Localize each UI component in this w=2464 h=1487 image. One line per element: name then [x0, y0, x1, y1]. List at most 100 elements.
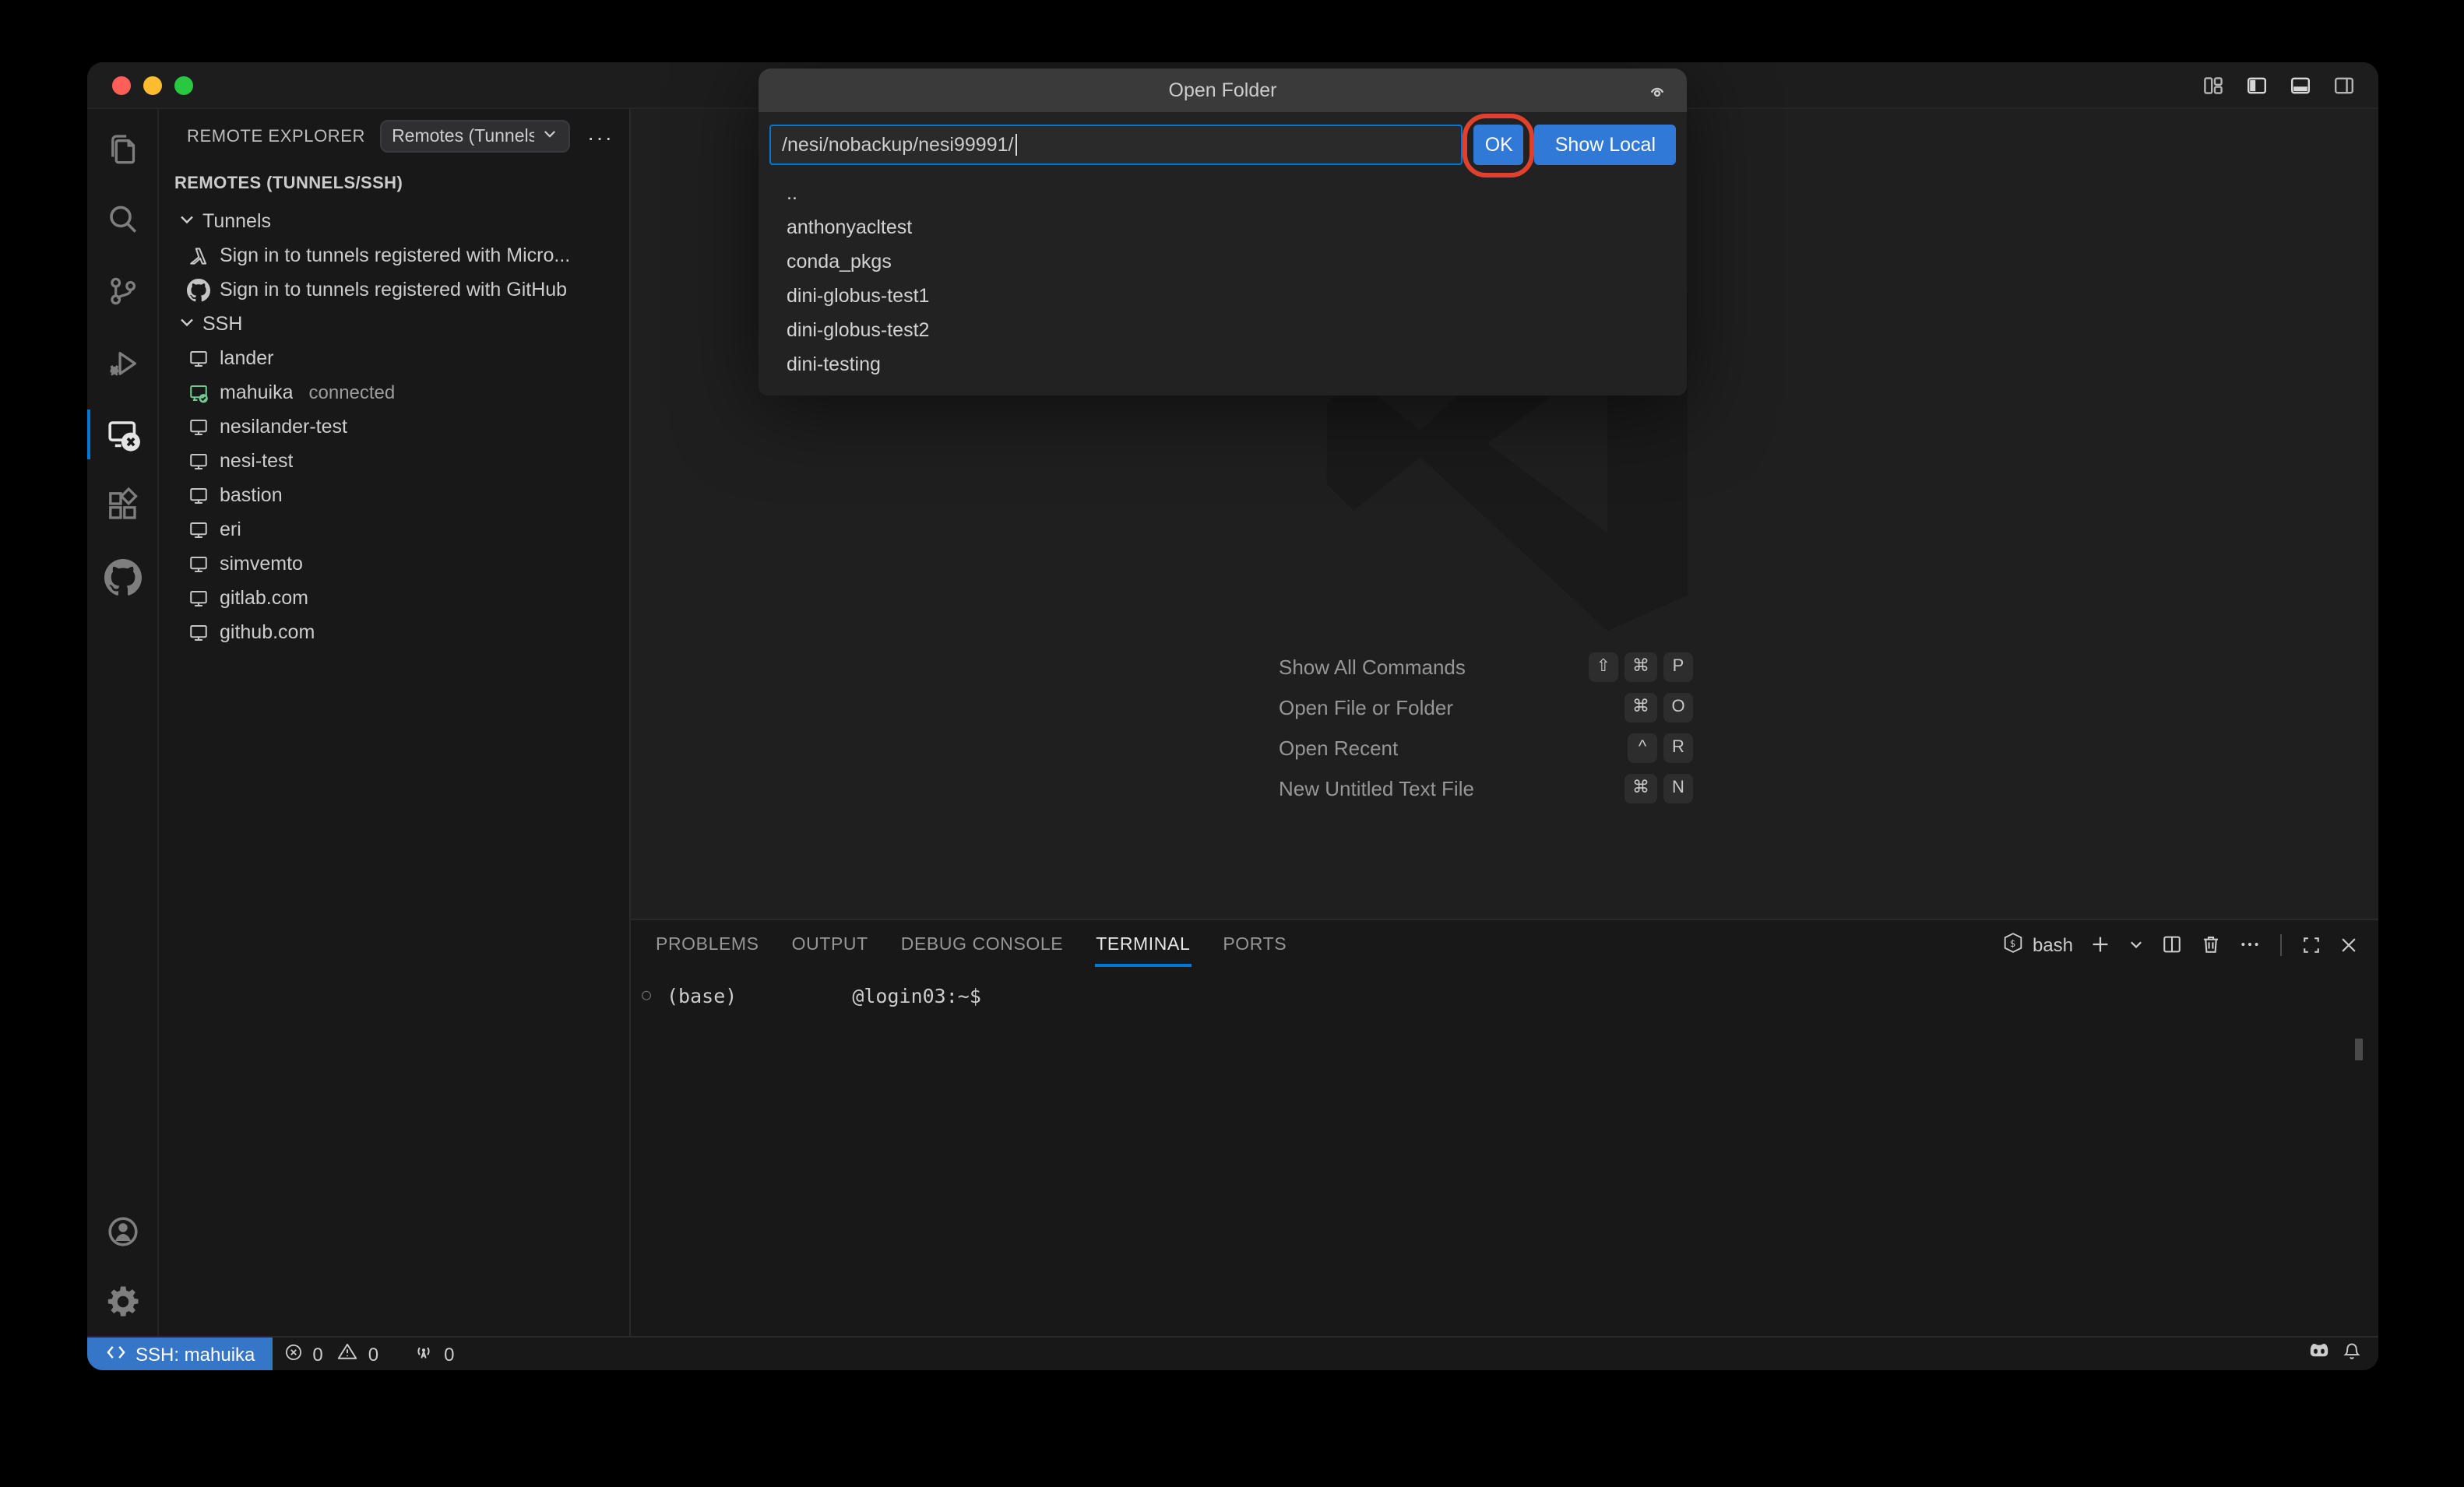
tab-debug-console[interactable]: DEBUG CONSOLE: [901, 935, 1063, 954]
extensions-icon[interactable]: [86, 470, 158, 542]
toggle-panel-icon[interactable]: [2288, 72, 2313, 97]
show-local-button[interactable]: Show Local: [1535, 125, 1676, 165]
remote-icon: [106, 1341, 126, 1366]
vm-icon: [185, 346, 210, 371]
quick-input-dialog: Open Folder /nesi/nobackup/nesi99991/ OK…: [759, 69, 1687, 395]
bash-icon: $: [2001, 930, 2025, 958]
github-icon: [185, 277, 210, 302]
tree-item[interactable]: lander: [159, 341, 629, 375]
ok-button[interactable]: OK: [1474, 125, 1524, 165]
kill-terminal-trash-icon[interactable]: [2199, 933, 2223, 956]
close-window-button[interactable]: [112, 76, 131, 94]
panel-tabs: PROBLEMS OUTPUT DEBUG CONSOLE TERMINAL P…: [656, 935, 1287, 954]
tree-item[interactable]: nesi-test: [159, 444, 629, 478]
list-item[interactable]: dini-globus-test2: [769, 313, 1676, 347]
remote-indicator[interactable]: SSH: mahuika: [87, 1338, 272, 1370]
vm-icon: [185, 414, 210, 439]
bell-icon[interactable]: [2341, 1341, 2363, 1367]
shortcut-row: Open Recent ^ R: [1279, 727, 1693, 768]
minimize-window-button[interactable]: [143, 76, 162, 94]
ports-status[interactable]: 0: [402, 1338, 465, 1370]
list-item[interactable]: dini-globus-test1: [769, 279, 1676, 313]
cmd-key: ⌘: [1624, 773, 1657, 803]
status-bar: SSH: mahuika 0 0 0: [87, 1336, 2378, 1370]
vm-icon: [185, 620, 210, 645]
r-key: R: [1663, 733, 1693, 762]
actions-separator: [2280, 933, 2282, 955]
close-panel-icon[interactable]: [2338, 933, 2360, 955]
settings-gear-icon[interactable]: [86, 1267, 158, 1336]
tree-item[interactable]: simvemto: [159, 547, 629, 581]
split-terminal-icon[interactable]: [2160, 933, 2184, 956]
o-key: O: [1663, 692, 1693, 722]
customize-layout-icon[interactable]: [2201, 72, 2226, 97]
eye-icon[interactable]: [1645, 78, 1670, 107]
tree-item-connected[interactable]: mahuikaconnected: [159, 375, 629, 410]
folder-path-input[interactable]: /nesi/nobackup/nesi99991/: [769, 125, 1463, 165]
terminal-scrollbar[interactable]: [2355, 1039, 2363, 1060]
new-terminal-icon[interactable]: [2089, 933, 2112, 956]
maximize-panel-icon[interactable]: [2300, 933, 2322, 955]
cmd-key: ⌘: [1624, 692, 1657, 722]
prompt-host: @login03:~$: [852, 984, 981, 1007]
tree-item[interactable]: github.com: [159, 615, 629, 649]
more-actions-icon[interactable]: ···: [584, 124, 617, 149]
chevron-down-icon: [176, 208, 198, 234]
more-actions-icon[interactable]: [2238, 933, 2262, 956]
tree-group-tunnels[interactable]: Tunnels: [159, 204, 629, 238]
list-item[interactable]: conda_pkgs: [769, 244, 1676, 279]
tree-item[interactable]: Sign in to tunnels registered with GitHu…: [159, 272, 629, 307]
list-item[interactable]: dini-testing: [769, 347, 1676, 381]
github-icon[interactable]: [86, 542, 158, 613]
sidebar-title: REMOTE EXPLORER: [187, 127, 365, 146]
tree-item[interactable]: bastion: [159, 478, 629, 512]
text-cursor: [1015, 134, 1017, 156]
toggle-primary-sidebar-icon[interactable]: [2244, 72, 2269, 97]
radio-tower-icon: [413, 1341, 435, 1367]
toggle-secondary-sidebar-icon[interactable]: [2332, 72, 2357, 97]
remote-scope-dropdown[interactable]: Remotes (Tunnels: [379, 120, 570, 153]
remote-explorer-sidebar: REMOTE EXPLORER Remotes (Tunnels ··· REM…: [159, 109, 631, 1336]
zoom-window-button[interactable]: [174, 76, 193, 94]
source-control-icon[interactable]: [86, 255, 158, 327]
problems-status[interactable]: 0 0: [272, 1338, 389, 1370]
tree-item[interactable]: Sign in to tunnels registered with Micro…: [159, 238, 629, 272]
tab-terminal[interactable]: TERMINAL: [1096, 935, 1190, 954]
list-item[interactable]: anthonyacltest: [769, 210, 1676, 244]
activity-bar: [87, 109, 159, 1336]
tree-group-ssh[interactable]: SSH: [159, 307, 629, 341]
conda-env: (base): [667, 984, 737, 1007]
command-decoration[interactable]: ○: [642, 987, 667, 1004]
chevron-down-icon: [542, 126, 558, 146]
explorer-icon[interactable]: [86, 112, 158, 184]
desktop: REMOTE EXPLORER Remotes (Tunnels ··· REM…: [0, 0, 2464, 1487]
shortcut-row: Open File or Folder ⌘ O: [1279, 687, 1693, 727]
azure-icon: [185, 243, 210, 268]
p-key: P: [1663, 652, 1693, 681]
vm-icon: [185, 551, 210, 576]
terminal-viewport[interactable]: ○ (base) @login03:~$: [631, 968, 2378, 1336]
tree-item[interactable]: eri: [159, 512, 629, 547]
vm-connected-icon: [185, 380, 210, 405]
traffic-lights: [87, 76, 193, 94]
vm-icon: [185, 517, 210, 542]
dialog-title-bar[interactable]: Open Folder: [759, 69, 1687, 112]
warning-icon: [337, 1341, 359, 1367]
list-item[interactable]: ..: [769, 176, 1676, 210]
search-icon[interactable]: [86, 184, 158, 255]
copilot-icon[interactable]: [2307, 1339, 2332, 1369]
shell-selector[interactable]: $ bash: [2001, 930, 2073, 958]
tree-item[interactable]: nesilander-test: [159, 410, 629, 444]
tab-output[interactable]: OUTPUT: [792, 935, 868, 954]
accounts-icon[interactable]: [86, 1196, 158, 1267]
remote-explorer-icon[interactable]: [86, 399, 158, 470]
chevron-down-icon[interactable]: [2128, 936, 2145, 953]
section-header[interactable]: REMOTES (TUNNELS/SSH): [159, 160, 629, 204]
run-debug-icon[interactable]: [86, 327, 158, 399]
folder-suggestion-list: .. anthonyacltest conda_pkgs dini-globus…: [769, 176, 1676, 381]
tree-item[interactable]: gitlab.com: [159, 581, 629, 615]
tab-problems[interactable]: PROBLEMS: [656, 935, 759, 954]
remote-tree: Tunnels Sign in to tunnels registered wi…: [159, 204, 629, 649]
layout-controls: [2201, 72, 2378, 97]
tab-ports[interactable]: PORTS: [1223, 935, 1287, 954]
